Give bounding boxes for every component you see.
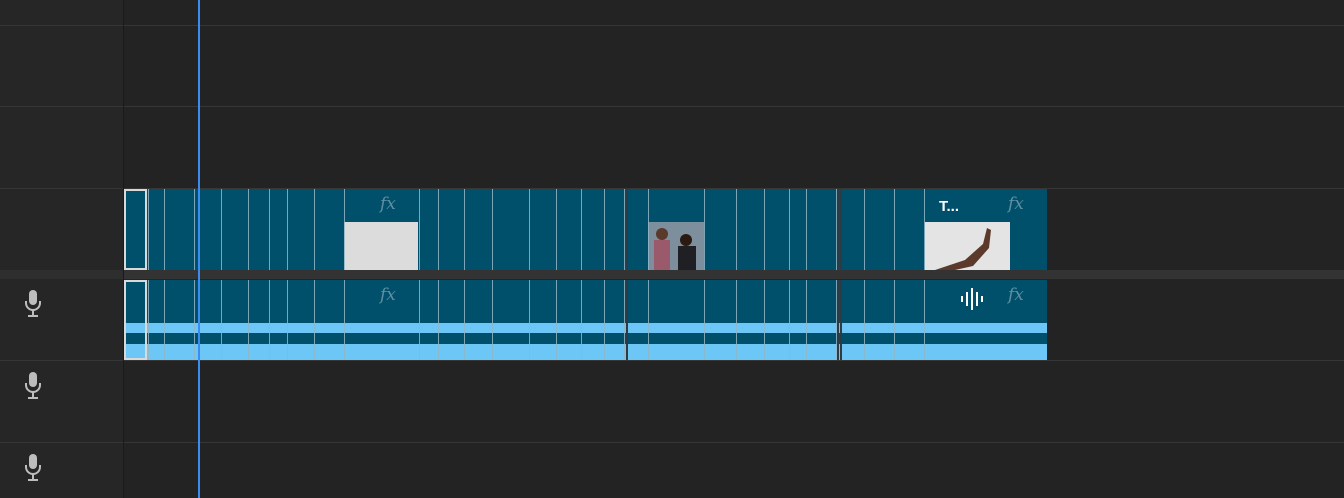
edit-point-gap[interactable] [840, 280, 842, 360]
edit-point[interactable] [164, 280, 165, 360]
edit-point[interactable] [248, 280, 249, 360]
edit-point[interactable] [624, 189, 625, 270]
edit-point[interactable] [269, 280, 270, 360]
edit-point[interactable] [556, 189, 557, 270]
edit-point[interactable] [806, 280, 807, 360]
edit-point[interactable] [924, 189, 925, 270]
edit-point[interactable] [287, 189, 288, 270]
fx-badge[interactable]: fx [380, 285, 396, 305]
edit-point[interactable] [736, 189, 737, 270]
edit-point[interactable] [438, 280, 439, 360]
edit-point[interactable] [864, 189, 865, 270]
edit-point-gap[interactable] [626, 280, 628, 360]
edit-point-gap[interactable] [837, 280, 839, 360]
track-divider [124, 25, 1344, 26]
edit-point-gap[interactable] [840, 189, 842, 270]
clip-edge-selection[interactable] [124, 189, 147, 270]
edit-point[interactable] [604, 189, 605, 270]
audio-clip-strip[interactable]: fx fx [124, 280, 1047, 360]
header-divider [0, 442, 123, 443]
edit-point[interactable] [314, 280, 315, 360]
edit-point[interactable] [248, 189, 249, 270]
edit-point[interactable] [789, 189, 790, 270]
edit-point-gap[interactable] [626, 189, 628, 270]
header-divider [0, 25, 123, 26]
edit-point[interactable] [314, 189, 315, 270]
waveform-channel-1 [124, 323, 1047, 333]
clip-thumbnail-blank [344, 222, 418, 270]
timeline-tracks[interactable]: fx T... fx fx fx [124, 0, 1344, 498]
edit-point[interactable] [704, 280, 705, 360]
edit-point[interactable] [269, 189, 270, 270]
edit-point[interactable] [581, 280, 582, 360]
edit-point[interactable] [604, 280, 605, 360]
clip-edge-selection[interactable] [124, 280, 147, 360]
microphone-icon[interactable] [22, 289, 44, 319]
edit-point[interactable] [894, 280, 895, 360]
clip-thumbnail-people [648, 222, 704, 270]
video-audio-divider [0, 270, 123, 279]
edit-point[interactable] [221, 189, 222, 270]
edit-point[interactable] [148, 280, 149, 360]
edit-point[interactable] [764, 189, 765, 270]
edit-point-gap[interactable] [837, 189, 839, 270]
edit-point[interactable] [194, 280, 195, 360]
edit-point[interactable] [148, 189, 149, 270]
edit-point[interactable] [464, 189, 465, 270]
edit-point[interactable] [464, 280, 465, 360]
edit-point[interactable] [894, 189, 895, 270]
edit-point[interactable] [924, 280, 925, 360]
edit-point[interactable] [492, 189, 493, 270]
edit-point[interactable] [624, 280, 625, 360]
edit-point[interactable] [419, 189, 420, 270]
waveform-channel-2 [124, 344, 1047, 360]
audio-waveform-icon[interactable] [960, 288, 984, 315]
playhead-line[interactable] [198, 0, 200, 498]
edit-point[interactable] [581, 189, 582, 270]
edit-point[interactable] [764, 280, 765, 360]
edit-point[interactable] [287, 280, 288, 360]
edit-point[interactable] [344, 189, 345, 270]
video-clip-strip[interactable]: fx T... fx [124, 189, 1047, 270]
edit-point[interactable] [789, 280, 790, 360]
track-divider [124, 442, 1344, 443]
clip-thumbnail-title [925, 222, 1010, 270]
track-headers [0, 0, 124, 498]
clip-title-label: T... [939, 198, 960, 215]
edit-point[interactable] [221, 280, 222, 360]
microphone-icon[interactable] [22, 371, 44, 401]
edit-point[interactable] [806, 189, 807, 270]
fx-badge[interactable]: fx [380, 194, 396, 214]
edit-point[interactable] [164, 189, 165, 270]
edit-point[interactable] [864, 280, 865, 360]
edit-point[interactable] [736, 280, 737, 360]
edit-point[interactable] [529, 189, 530, 270]
edit-point[interactable] [194, 189, 195, 270]
microphone-icon[interactable] [22, 453, 44, 483]
edit-point[interactable] [648, 189, 649, 270]
edit-point[interactable] [344, 280, 345, 360]
fx-badge[interactable]: fx [1008, 285, 1024, 305]
fx-badge[interactable]: fx [1008, 194, 1024, 214]
track-divider [124, 360, 1344, 361]
edit-point[interactable] [704, 189, 705, 270]
header-divider [0, 106, 123, 107]
edit-point[interactable] [556, 280, 557, 360]
edit-point[interactable] [438, 189, 439, 270]
header-divider [0, 188, 123, 189]
video-audio-divider [124, 270, 1344, 279]
header-divider [0, 360, 123, 361]
edit-point[interactable] [492, 280, 493, 360]
edit-point[interactable] [419, 280, 420, 360]
edit-point[interactable] [529, 280, 530, 360]
track-divider [124, 106, 1344, 107]
edit-point[interactable] [648, 280, 649, 360]
